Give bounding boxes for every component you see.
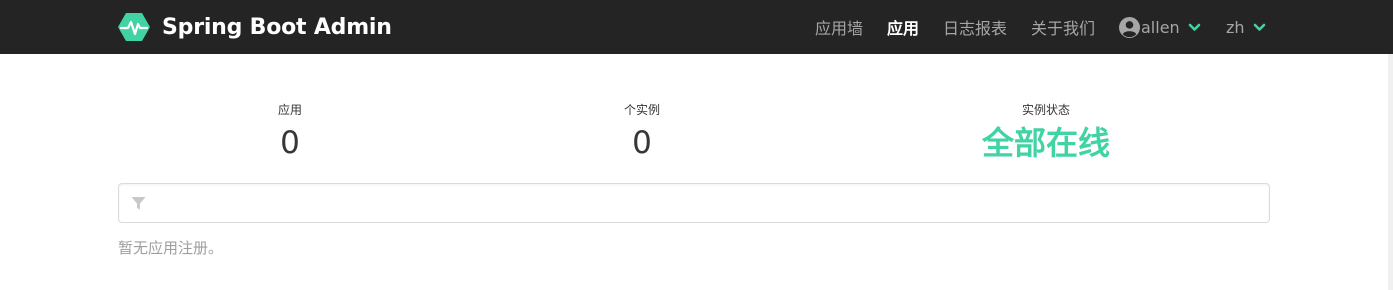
applications-count-value: 0 xyxy=(280,125,300,161)
language-menu[interactable]: zh xyxy=(1226,0,1266,54)
chevron-down-icon xyxy=(1188,23,1200,31)
filter-input[interactable] xyxy=(159,184,1259,222)
application-filter[interactable] xyxy=(118,183,1270,223)
instance-status-stat: 实例状态 全部在线 xyxy=(936,101,1156,165)
top-navbar: Spring Boot Admin 应用墙 应用 日志报表 关于我们 allen… xyxy=(0,0,1393,54)
heartbeat-hexagon-icon xyxy=(118,13,150,41)
page-scrollbar[interactable] xyxy=(1388,54,1393,290)
filter-icon xyxy=(131,196,146,210)
instance-status-value: 全部在线 xyxy=(981,124,1110,162)
instances-count-label: 个实例 xyxy=(623,103,660,117)
instances-count-stat: 个实例 0 xyxy=(532,101,752,165)
language-value: zh xyxy=(1226,17,1245,37)
brand-home-link[interactable]: Spring Boot Admin xyxy=(118,12,392,42)
nav-item-applications[interactable]: 应用 xyxy=(887,0,919,54)
applications-count-label: 应用 xyxy=(277,103,302,117)
instance-status-label: 实例状态 xyxy=(1021,103,1070,117)
user-name: allen xyxy=(1141,17,1180,37)
nav-item-journal[interactable]: 日志报表 xyxy=(943,0,1007,54)
nav-item-applications-wall[interactable]: 应用墙 xyxy=(815,0,863,54)
chevron-down-icon xyxy=(1253,23,1265,31)
user-menu[interactable]: allen xyxy=(1119,0,1201,54)
nav-item-about[interactable]: 关于我们 xyxy=(1031,0,1095,54)
app-title: Spring Boot Admin xyxy=(162,14,392,40)
empty-state-message: 暂无应用注册。 xyxy=(118,239,224,257)
user-circle-icon xyxy=(1119,16,1140,38)
instances-count-value: 0 xyxy=(632,125,652,161)
applications-count-stat: 应用 0 xyxy=(180,101,400,165)
